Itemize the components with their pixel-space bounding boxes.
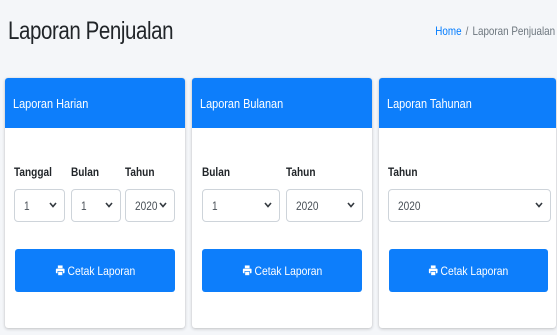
select-value: 2020: [135, 199, 158, 213]
card-header: Laporan Bulanan: [192, 78, 372, 128]
chevron-down-icon: [49, 202, 57, 208]
tahun-label: Tahun: [388, 165, 418, 179]
cetak-laporan-button[interactable]: Cetak Laporan: [15, 249, 175, 292]
select-value: 1: [24, 199, 30, 213]
tahun-label: Tahun: [125, 165, 155, 179]
bulan-select[interactable]: 1: [71, 189, 121, 222]
select-value: 2020: [398, 199, 421, 213]
chevron-down-icon: [159, 202, 167, 208]
chevron-down-icon: [105, 202, 113, 208]
card-title: Laporan Harian: [13, 95, 89, 111]
card-header: Laporan Tahunan: [379, 78, 556, 128]
breadcrumb-current: Laporan Penjualan: [472, 24, 555, 38]
cetak-laporan-button[interactable]: Cetak Laporan: [389, 249, 548, 292]
card-laporan-harian: Laporan Harian Tanggal Bulan Tahun 1 1 2…: [5, 78, 185, 328]
tanggal-select[interactable]: 1: [14, 189, 65, 222]
tahun-select[interactable]: 2020: [388, 189, 551, 222]
tahun-select[interactable]: 2020: [125, 189, 175, 222]
print-icon: [55, 265, 65, 276]
card-title: Laporan Bulanan: [200, 95, 284, 111]
page-title: Laporan Penjualan: [8, 17, 174, 45]
chevron-down-icon: [264, 202, 272, 208]
button-label: Cetak Laporan: [67, 263, 135, 278]
tahun-select[interactable]: 2020: [286, 189, 363, 222]
print-icon: [429, 265, 438, 276]
bulan-select[interactable]: 1: [202, 189, 280, 222]
card-laporan-tahunan: Laporan Tahunan Tahun 2020 Cetak Laporan: [379, 78, 556, 328]
select-value: 2020: [296, 199, 319, 213]
bulan-label: Bulan: [71, 165, 100, 179]
card-laporan-bulanan: Laporan Bulanan Bulan Tahun 1 2020 Cetak…: [192, 78, 372, 328]
select-value: 1: [212, 199, 218, 213]
breadcrumb-home-link[interactable]: Home: [435, 24, 461, 38]
tanggal-label: Tanggal: [14, 165, 52, 179]
chevron-down-icon: [535, 202, 543, 208]
tahun-label: Tahun: [286, 165, 316, 179]
breadcrumb: Home / Laporan Penjualan: [435, 24, 555, 38]
button-label: Cetak Laporan: [440, 263, 509, 278]
print-icon: [242, 265, 252, 276]
card-header: Laporan Harian: [5, 78, 185, 128]
button-label: Cetak Laporan: [254, 263, 322, 278]
card-title: Laporan Tahunan: [387, 95, 472, 111]
cetak-laporan-button[interactable]: Cetak Laporan: [202, 249, 362, 292]
breadcrumb-separator: /: [465, 24, 469, 38]
chevron-down-icon: [347, 202, 355, 208]
bulan-label: Bulan: [202, 165, 231, 179]
select-value: 1: [81, 199, 87, 213]
